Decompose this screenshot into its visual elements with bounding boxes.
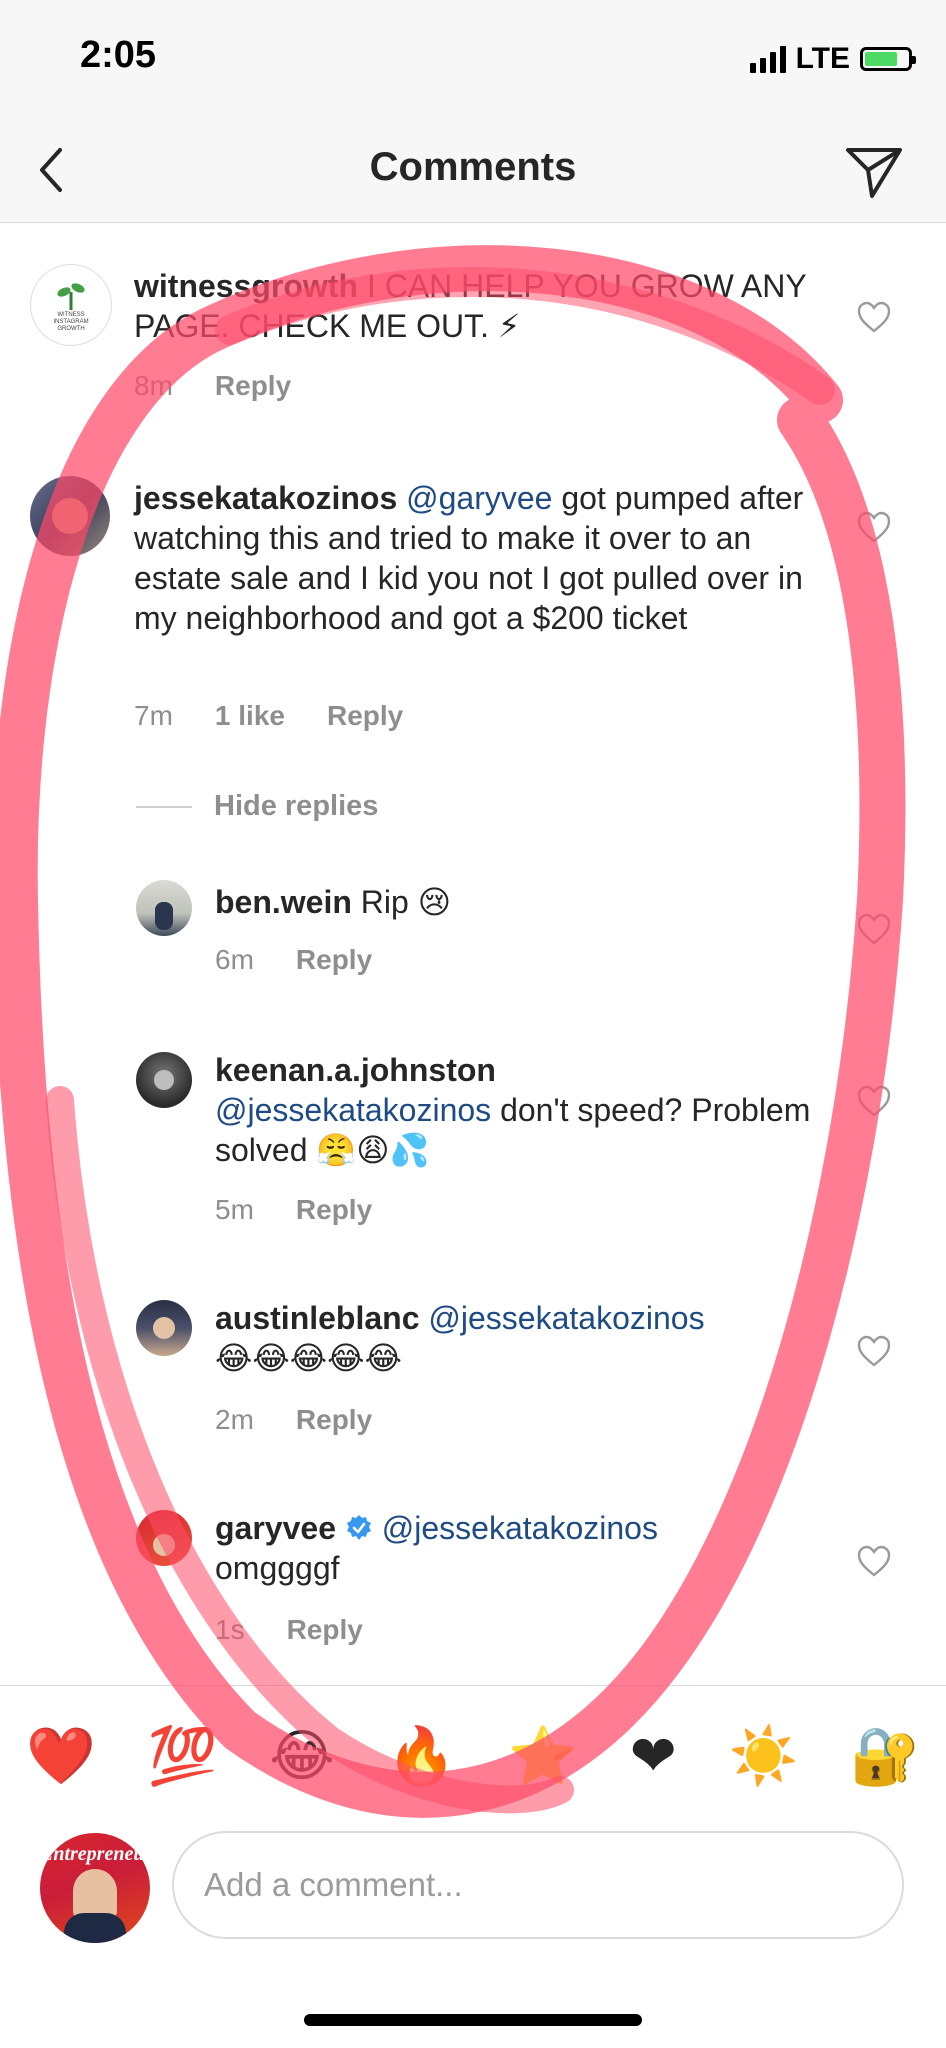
username[interactable]: witnessgrowth: [134, 268, 358, 304]
mention-link[interactable]: @jessekatakozinos: [428, 1300, 704, 1336]
comment-body: austinleblanc @jessekatakozinos 😂😂😂😂😂: [215, 1298, 815, 1378]
comment-composer: Entrepreneur: [0, 1825, 946, 1965]
signal-icon: [749, 45, 786, 73]
sprout-icon: [57, 282, 85, 310]
emoji-button-sun[interactable]: ☀️: [729, 1723, 799, 1789]
reply-button[interactable]: Reply: [296, 1404, 372, 1436]
avatar-label: WITNESS INSTAGRAM GROWTH: [53, 311, 89, 332]
username[interactable]: jessekatakozinos: [134, 480, 397, 516]
comment-time: 5m: [215, 1194, 254, 1225]
comment-text: Rip 😢: [360, 884, 452, 920]
mention-link[interactable]: @garyvee: [406, 480, 552, 516]
network-label: LTE: [795, 42, 850, 75]
avatar[interactable]: [136, 1052, 192, 1108]
reply-button[interactable]: Reply: [215, 370, 291, 402]
heart-icon[interactable]: [856, 300, 892, 334]
hide-replies-button[interactable]: Hide replies: [136, 790, 378, 823]
battery-icon: [860, 47, 916, 71]
comment-body: keenan.a.johnston @jessekatakozinos don'…: [215, 1050, 815, 1170]
emoji-button-joy[interactable]: 😂: [269, 1723, 334, 1789]
comment-meta: 2m Reply: [215, 1404, 372, 1436]
comment-meta: 5m Reply: [215, 1194, 372, 1226]
reply-button[interactable]: Reply: [327, 700, 403, 732]
comment-time: 7m: [134, 700, 173, 731]
emoji-quick-bar: ❤️ 💯 😂 🔥 ⭐ ❤ ☀️ 🔐: [0, 1685, 946, 1826]
comment-body: witnessgrowth I CAN HELP YOU GROW ANY PA…: [134, 266, 834, 346]
comment-meta: 6m Reply: [215, 944, 372, 976]
status-bar: 2:05 LTE: [0, 0, 946, 120]
emoji-button-hundred[interactable]: 💯: [148, 1723, 218, 1789]
comment-time: 6m: [215, 944, 254, 975]
username[interactable]: keenan.a.johnston: [215, 1052, 496, 1088]
emoji-button-fire[interactable]: 🔥: [387, 1723, 457, 1789]
hide-replies-label: Hide replies: [214, 790, 379, 822]
likes-count[interactable]: 1 like: [215, 700, 285, 732]
heart-icon[interactable]: [856, 912, 892, 946]
heart-icon[interactable]: [856, 510, 892, 544]
nav-bar: Comments: [0, 120, 946, 223]
comment-body: jessekatakozinos @garyvee got pumped aft…: [134, 478, 824, 638]
my-avatar[interactable]: Entrepreneur: [40, 1833, 150, 1943]
comment-time: 2m: [215, 1404, 254, 1435]
comment-meta: 8m Reply: [134, 370, 291, 402]
avatar[interactable]: WITNESS INSTAGRAM GROWTH: [30, 264, 112, 346]
mention-link[interactable]: @jessekatakozinos: [215, 1092, 491, 1128]
emoji-button-heart[interactable]: ❤️: [26, 1723, 96, 1789]
heart-icon[interactable]: [856, 1084, 892, 1118]
emoji-button-red-heart[interactable]: ❤: [630, 1723, 677, 1789]
verified-badge-icon: [346, 1515, 371, 1540]
avatar[interactable]: [136, 880, 192, 936]
comment-time: 8m: [134, 370, 173, 401]
direct-message-icon[interactable]: [842, 138, 906, 202]
comment-text: 😂😂😂😂😂: [215, 1340, 402, 1376]
comment-meta: 7m 1 like Reply: [134, 700, 403, 732]
emoji-button-star[interactable]: ⭐: [508, 1723, 578, 1789]
reply-button[interactable]: Reply: [296, 944, 372, 976]
avatar[interactable]: [30, 476, 110, 556]
status-indicators: LTE: [749, 42, 916, 76]
comment-text: omggggf: [215, 1550, 340, 1586]
username[interactable]: ben.wein: [215, 884, 352, 920]
username[interactable]: austinleblanc: [215, 1300, 420, 1336]
page-title: Comments: [369, 145, 577, 189]
comment-body: ben.wein Rip 😢: [215, 882, 815, 922]
status-time: 2:05: [80, 34, 157, 76]
heart-icon[interactable]: [856, 1334, 892, 1368]
mention-link[interactable]: @jessekatakozinos: [382, 1510, 658, 1546]
heart-icon[interactable]: [856, 1544, 892, 1578]
avatar[interactable]: [136, 1510, 192, 1566]
comment-body: garyvee @jessekatakozinos omggggf: [215, 1508, 815, 1588]
username[interactable]: garyvee: [215, 1510, 336, 1546]
reply-button[interactable]: Reply: [296, 1194, 372, 1226]
avatar[interactable]: [136, 1300, 192, 1356]
comment-meta: 1s Reply: [215, 1614, 363, 1646]
emoji-button-lock[interactable]: 🔐: [850, 1723, 920, 1789]
comment-input[interactable]: [172, 1831, 904, 1939]
reply-button[interactable]: Reply: [287, 1614, 363, 1646]
avatar-label: Entrepreneur: [40, 1843, 150, 1865]
home-indicator: [304, 2014, 642, 2026]
divider: [136, 805, 192, 808]
comment-time: 1s: [215, 1614, 245, 1645]
